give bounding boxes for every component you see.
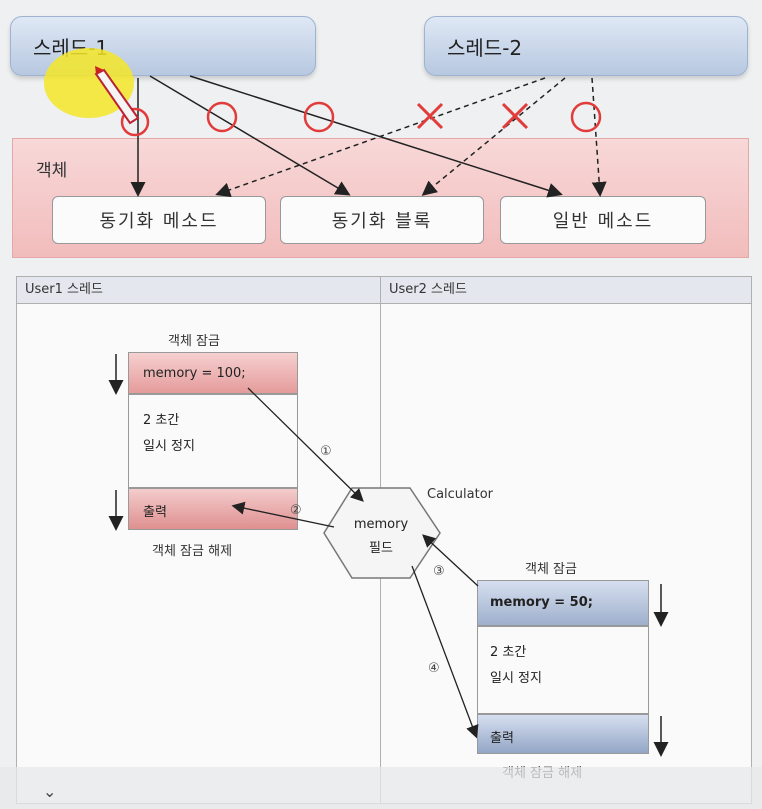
pencil-icon	[94, 66, 140, 125]
step2-label: ②	[290, 503, 302, 518]
memory-field-line2: 필드	[369, 541, 393, 556]
step4-arrow	[411, 565, 479, 739]
step1-label: ①	[320, 444, 332, 459]
thread1-to-sync-block-arrow	[149, 75, 351, 196]
thread2-to-sync-block-arrow	[421, 77, 566, 196]
step4-label: ④	[428, 661, 440, 676]
x-mark-2	[501, 102, 529, 130]
thread1-to-normal-method-arrow	[189, 75, 563, 198]
diagram-overlay: memory 필드 ① ② ③ ④	[94, 66, 669, 757]
player-control-bar	[0, 767, 762, 809]
memory-field-line1: memory	[354, 517, 409, 532]
x-mark-1	[416, 102, 444, 130]
o-mark-4	[570, 101, 602, 133]
step2-arrow	[231, 501, 335, 528]
thread2-to-normal-method-arrow	[591, 77, 607, 197]
chevron-down-icon[interactable]: ⌄	[43, 782, 56, 801]
o-mark-2	[206, 101, 238, 133]
thread2-to-sync-method-arrow	[215, 77, 546, 198]
calculator-memory-field	[323, 487, 441, 579]
step3-label: ③	[433, 564, 445, 579]
step1-arrow	[247, 387, 364, 502]
